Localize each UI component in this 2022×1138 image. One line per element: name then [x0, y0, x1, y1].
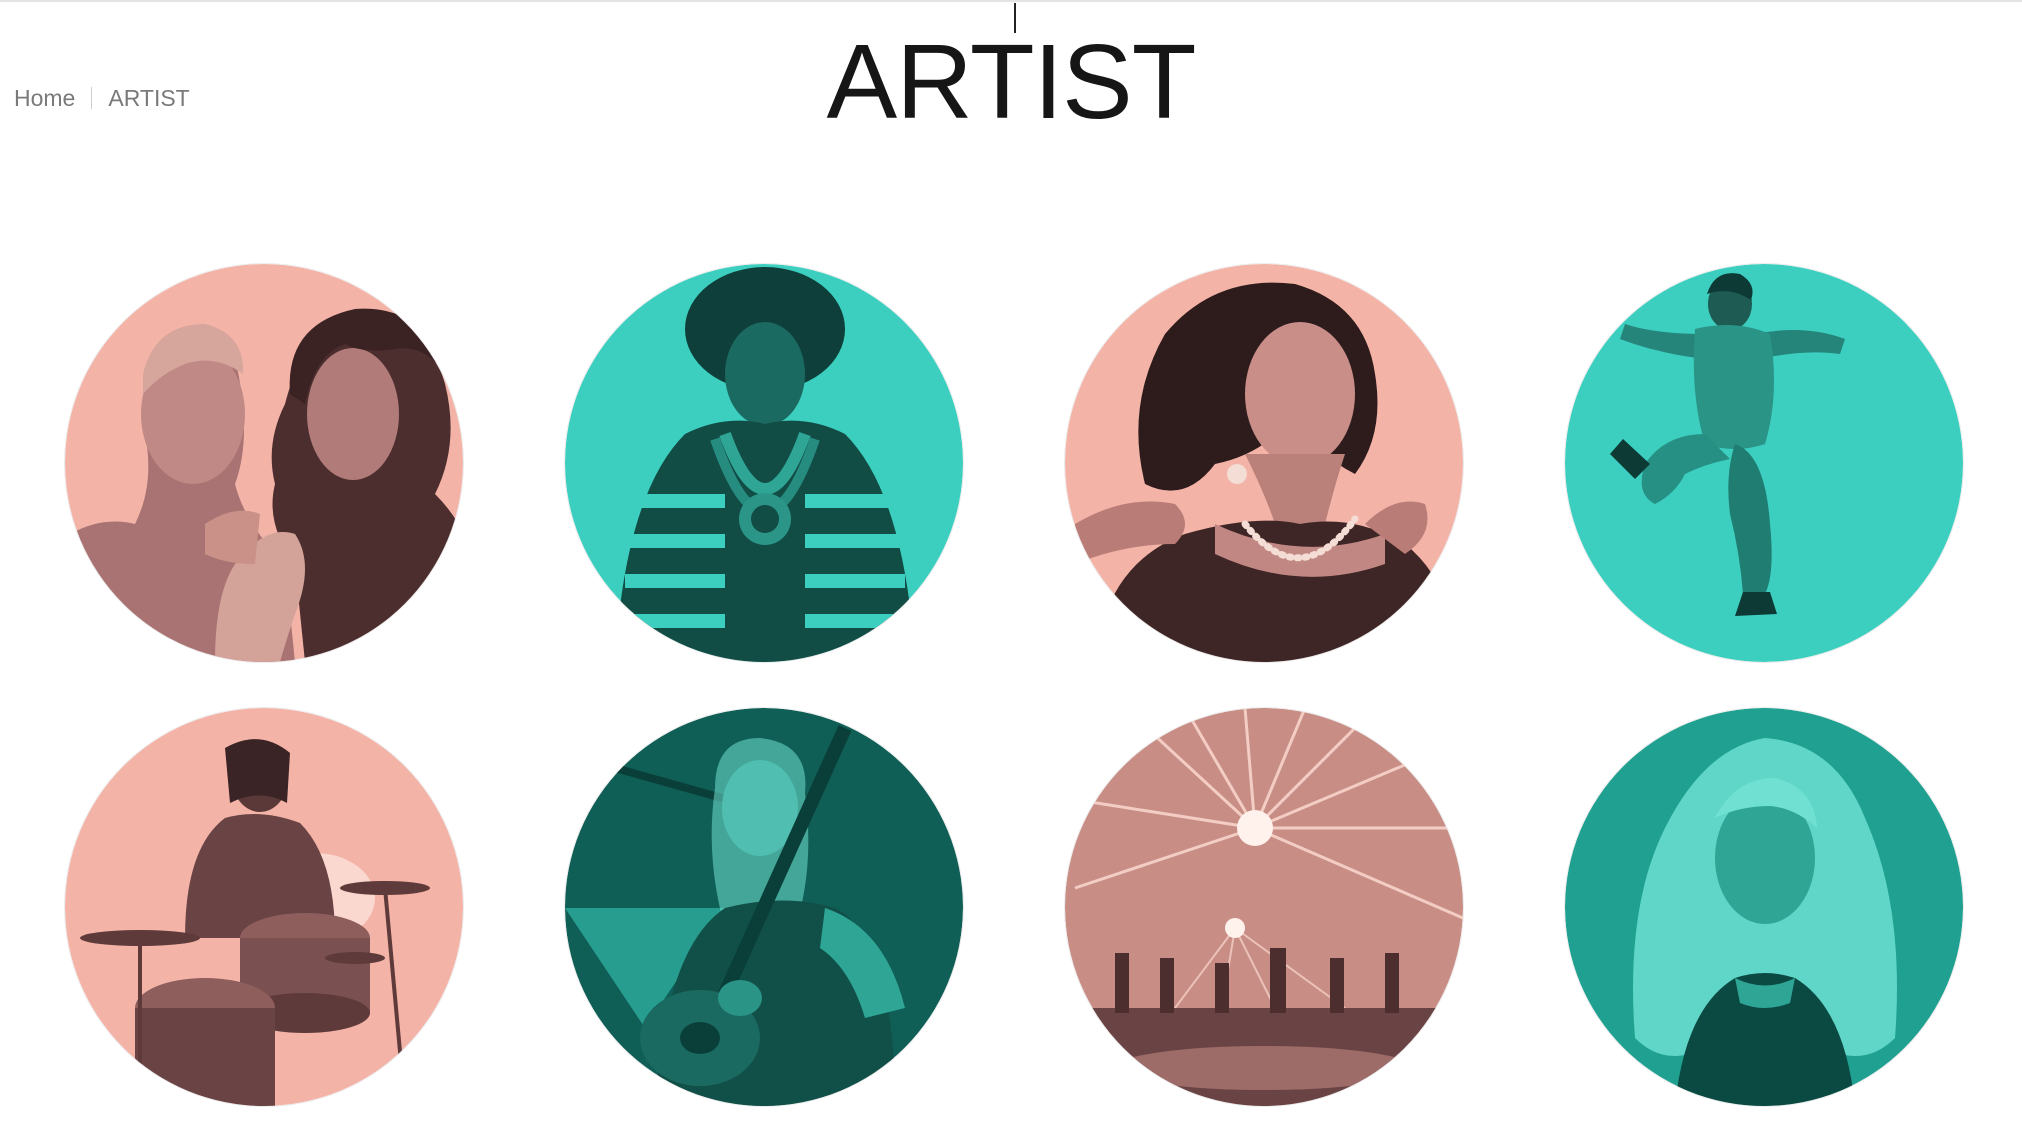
artist-card-woman-with-long-wavy-hair[interactable] — [1565, 708, 1963, 1106]
artist-card-concert-stage-lights[interactable] — [1065, 708, 1463, 1106]
artist-photo-woman-with-pearl-necklace — [1065, 264, 1463, 662]
artist-photo-drummer-at-drum-kit — [65, 708, 463, 1106]
artist-photo-two-men-portrait — [65, 264, 463, 662]
artist-photo-jumping-man-in-jumpsuit — [1565, 264, 1963, 662]
artist-photo-man-with-afro-and-necklaces — [565, 264, 963, 662]
artist-photo-woman-with-long-wavy-hair — [1565, 708, 1963, 1106]
artist-photo-singer-with-guitar — [565, 708, 963, 1106]
artist-card-jumping-man-in-jumpsuit[interactable] — [1565, 264, 1963, 662]
artist-photo-concert-stage-lights — [1065, 708, 1463, 1106]
artist-card-woman-with-pearl-necklace[interactable] — [1065, 264, 1463, 662]
artist-card-two-men-portrait[interactable] — [65, 264, 463, 662]
artist-card-man-with-afro-and-necklaces[interactable] — [565, 264, 963, 662]
artist-card-drummer-at-drum-kit[interactable] — [65, 708, 463, 1106]
artist-grid — [0, 0, 2022, 1138]
artist-card-singer-with-guitar[interactable] — [565, 708, 963, 1106]
artist-page: Home ARTIST ARTIST — [0, 0, 2022, 1138]
